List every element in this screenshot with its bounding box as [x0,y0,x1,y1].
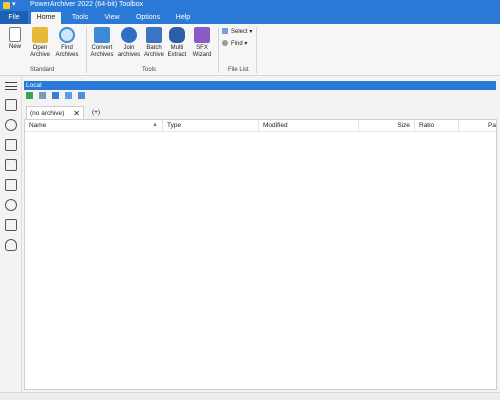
tab-file[interactable]: File [0,11,28,24]
tab-view[interactable]: View [98,12,126,24]
group-label-file-list: File List [228,67,249,73]
select-icon [222,28,228,34]
find-button[interactable]: Find ▾ [222,40,247,47]
convert-icon [94,27,110,43]
find-icon [222,40,228,46]
up-arrow-icon[interactable] [26,92,33,99]
sfx-wizard-button[interactable]: SFX Wizard [190,27,214,59]
group-separator [218,27,219,73]
group-separator [256,27,257,73]
tab-tools[interactable]: Tools [66,12,94,24]
batch-icon [146,27,162,43]
window-title: PowerArchiver 2022 (64-bit) Toolbox [30,1,144,8]
tab-home[interactable]: Home [31,12,61,24]
status-bar [0,392,500,400]
column-header-packed[interactable]: Pa [459,120,496,131]
join-archives-button[interactable]: Join archives [116,27,142,59]
new-file-icon [9,27,21,42]
folder-icon[interactable] [5,159,17,171]
title-bar: ▾ PowerArchiver 2022 (64-bit) Toolbox [0,0,500,11]
convert-archives-button[interactable]: Convert Archives [89,27,115,59]
multi-extract-button[interactable]: Multi Extract [166,27,188,59]
view-list-icon[interactable] [38,92,46,99]
left-rail [0,77,22,392]
group-label-tools: Tools [142,67,157,73]
column-header-size[interactable]: Size [359,120,415,131]
search-icon [59,27,75,43]
group-separator [86,27,87,73]
wizard-wand-icon [194,27,210,43]
group-label-standard: Standard [30,67,55,73]
tab-help[interactable]: Help [170,12,196,24]
archive-icon[interactable] [5,99,17,111]
column-header-modified[interactable]: Modified [259,120,359,131]
ribbon-tab-row: File Home Tools View Options Help [0,11,500,24]
multi-extract-icon [169,27,185,43]
app-logo-icon [3,2,10,9]
select-button[interactable]: Select ▾ [222,28,252,35]
view-thumbnails-icon[interactable] [77,92,85,99]
file-list[interactable]: Name ▲ Type Modified Size Ratio Pa [24,119,497,390]
new-button[interactable]: New [4,27,26,51]
batch-archive-button[interactable]: Batch Archive [142,27,166,59]
open-folder-icon [32,27,48,43]
lock-icon[interactable] [5,219,17,231]
join-icon [121,27,137,43]
hamburger-menu-icon[interactable] [5,82,17,90]
archive-tab[interactable]: (no archive) ✕ [26,106,84,119]
column-header-ratio[interactable]: Ratio [415,120,459,131]
view-details-icon[interactable] [51,92,59,99]
settings-icon[interactable] [5,199,17,211]
ribbon: New Open Archive Find Archives Standard … [0,24,500,76]
tab-options[interactable]: Options [130,12,166,24]
find-archives-button[interactable]: Find Archives [53,27,81,59]
add-tab-button[interactable]: (+) [88,106,104,119]
drive-icon[interactable] [5,139,17,151]
list-icon[interactable] [5,179,17,191]
header-divider [25,131,496,132]
column-header-type[interactable]: Type [163,120,259,131]
location-bar: Local [24,81,496,90]
cloud-icon[interactable] [5,239,17,251]
mini-toolbar [26,92,89,100]
quick-access-dropdown-icon[interactable]: ▾ [12,0,16,8]
history-icon[interactable] [5,119,17,131]
column-header-name[interactable]: Name ▲ [25,120,163,131]
open-archive-button[interactable]: Open Archive [28,27,52,59]
view-tiles-icon[interactable] [64,92,72,99]
sort-ascending-icon: ▲ [152,122,158,128]
